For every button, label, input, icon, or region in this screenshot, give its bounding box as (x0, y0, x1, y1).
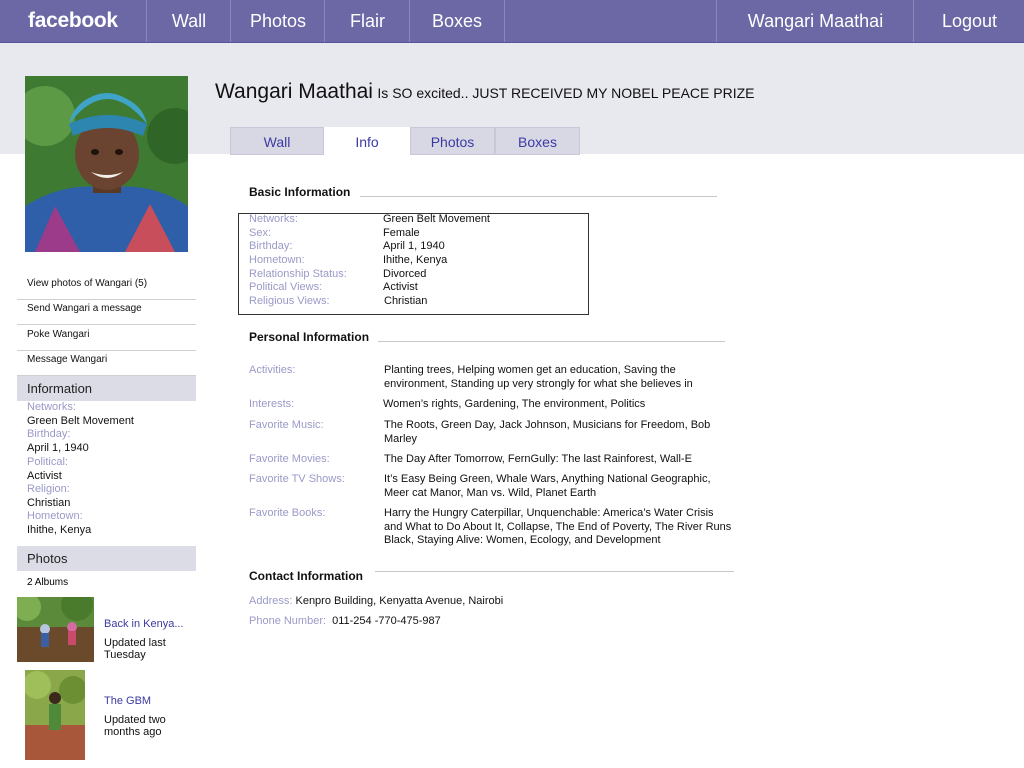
sidebar-info-label: Birthday: (27, 428, 71, 440)
information-heading: Information (17, 376, 196, 401)
nav-wall[interactable]: Wall (146, 0, 231, 42)
basic-info-label: Birthday: (249, 240, 293, 252)
phone-label: Phone Number: (249, 615, 327, 627)
basic-info-label: Sex: (249, 227, 272, 239)
section-divider (378, 341, 725, 342)
basic-info-label: Hometown: (249, 254, 305, 266)
nav-photos[interactable]: Photos (230, 0, 325, 42)
basic-info-value: Ihithe, Kenya (383, 254, 448, 266)
address-value: Kenpro Building, Kenyatta Avenue, Nairob… (295, 595, 504, 607)
personal-info-value: Harry the Hungry Caterpillar, Unquenchab… (384, 507, 732, 547)
basic-info-value: April 1, 1940 (383, 240, 445, 252)
section-divider (375, 571, 734, 572)
view-photos-link[interactable]: View photos of Wangari (5) (17, 275, 196, 300)
album-thumbnail[interactable] (25, 670, 85, 760)
personal-info-label: Favorite Movies: (249, 453, 330, 465)
basic-info-value: Activist (383, 281, 418, 293)
sidebar-info-label: Hometown: (27, 510, 83, 522)
contact-info-title: Contact Information (249, 569, 363, 583)
album-updated: Updated last Tuesday (104, 637, 166, 661)
send-message-link[interactable]: Send Wangari a message (17, 300, 196, 325)
profile-name: Wangari Maathai (215, 80, 373, 103)
personal-info-value: Women’s rights, Gardening, The environme… (383, 398, 646, 410)
sidebar-info-value: Green Belt Movement (27, 415, 134, 427)
album-title[interactable]: The GBM (104, 695, 151, 707)
phone-value: 011-254 -770-475-987 (332, 615, 441, 627)
phone-row: Phone Number: 011-254 -770-475-987 (249, 615, 441, 627)
personal-info-value: Planting trees, Helping women get an edu… (384, 364, 693, 390)
nav-user-name[interactable]: Wangari Maathai (716, 0, 914, 42)
top-nav-bar: facebook Wall Photos Flair Boxes Wangari… (0, 0, 1024, 43)
sidebar-info-label: Religion: (27, 483, 70, 495)
basic-info-label: Relationship Status: (249, 268, 347, 280)
personal-info-value: The Day After Tomorrow, FernGully: The l… (384, 453, 692, 465)
sidebar-info-value: Ihithe, Kenya (27, 524, 92, 536)
poke-link[interactable]: Poke Wangari (17, 326, 196, 351)
personal-info-label: Favorite TV Shows: (249, 473, 345, 485)
basic-info-label: Networks: (249, 213, 298, 225)
tab-wall[interactable]: Wall (230, 127, 324, 155)
personal-info-value: It’s Easy Being Green, Whale Wars, Anyth… (384, 473, 711, 499)
status-line: Wangari Maathai Is SO excited.. JUST REC… (215, 80, 755, 104)
basic-info-label: Religious Views: (249, 295, 330, 307)
nav-boxes[interactable]: Boxes (409, 0, 505, 42)
profile-photo[interactable] (25, 76, 188, 252)
facebook-logo[interactable]: facebook (28, 0, 118, 42)
album-updated: Updated two months ago (104, 714, 166, 738)
sidebar-info-value: Activist (27, 470, 62, 482)
album-title[interactable]: Back in Kenya... (104, 618, 184, 630)
basic-info-value: Christian (384, 295, 428, 307)
message-link[interactable]: Message Wangari (17, 351, 196, 376)
address-label: Address: (249, 595, 293, 607)
personal-info-label: Favorite Music: (249, 419, 324, 431)
tab-boxes[interactable]: Boxes (495, 127, 580, 155)
personal-info-label: Interests: (249, 398, 295, 410)
basic-info-value: Female (383, 227, 420, 239)
sidebar-info-value: Christian (27, 497, 71, 509)
personal-info-label: Activities: (249, 364, 296, 376)
photos-heading: Photos (17, 546, 196, 571)
section-divider (360, 196, 717, 197)
sidebar-info-label: Political: (27, 456, 68, 468)
basic-info-value: Divorced (383, 268, 427, 280)
address-row: Address: Kenpro Building, Kenyatta Avenu… (249, 595, 503, 607)
sidebar-info-label: Networks: (27, 401, 76, 413)
albums-count[interactable]: 2 Albums (27, 577, 68, 588)
basic-info-value: Green Belt Movement (383, 213, 490, 225)
tab-photos[interactable]: Photos (410, 127, 495, 155)
nav-flair[interactable]: Flair (324, 0, 410, 42)
tab-info[interactable]: Info (324, 127, 410, 155)
sidebar-info-value: April 1, 1940 (27, 442, 89, 454)
personal-info-value: The Roots, Green Day, Jack Johnson, Musi… (384, 419, 711, 445)
personal-info-title: Personal Information (249, 330, 370, 344)
personal-info-label: Favorite Books: (249, 507, 326, 519)
basic-info-label: Political Views: (249, 281, 323, 293)
album-thumbnail[interactable] (17, 597, 94, 662)
status-message: Is SO excited.. JUST RECEIVED MY NOBEL P… (377, 85, 755, 101)
logout-button[interactable]: Logout (913, 0, 1024, 42)
basic-info-title: Basic Information (249, 185, 351, 199)
